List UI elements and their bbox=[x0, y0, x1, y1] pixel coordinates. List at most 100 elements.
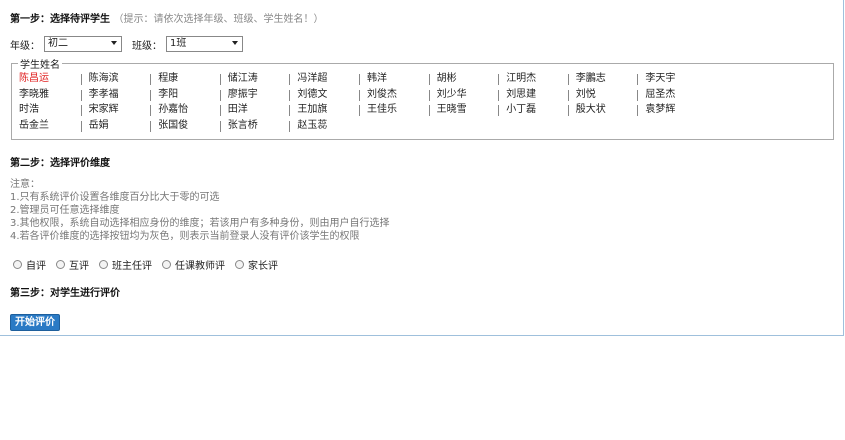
name-separator bbox=[498, 105, 500, 116]
name-separator bbox=[289, 120, 291, 132]
dimension-radio[interactable]: 互评 bbox=[56, 257, 89, 272]
student-name[interactable]: 岳金兰 bbox=[19, 119, 49, 133]
step1-title: 第一步：选择待评学生 bbox=[10, 14, 110, 25]
student-name[interactable]: 胡彬 bbox=[437, 72, 457, 86]
name-separator bbox=[80, 89, 82, 101]
radio-icon[interactable] bbox=[99, 259, 108, 269]
student-name[interactable]: 冯洋超 bbox=[297, 72, 327, 86]
student-name[interactable]: 赵玉蕊 bbox=[297, 119, 327, 133]
notes-line: 3.其他权限，系统自动选择相应身份的维度；若该用户有多种身份，则由用户自行选择 bbox=[10, 218, 390, 229]
student-name[interactable]: 韩洋 bbox=[367, 72, 387, 86]
student-name[interactable]: 张言桥 bbox=[228, 119, 258, 133]
dimension-radios: 自评 互评 班主任评 任课教师评 家长评 bbox=[13, 257, 288, 272]
dimension-radio[interactable]: 任课教师评 bbox=[162, 257, 225, 272]
student-name[interactable]: 李鵬志 bbox=[576, 72, 606, 86]
radio-icon[interactable] bbox=[56, 259, 65, 269]
notes-line: 4.若各评价维度的选择按钮均为灰色，则表示当前登录人没有评价该学生的权限 bbox=[10, 231, 360, 242]
student-name[interactable]: 李晓雅 bbox=[19, 88, 49, 102]
name-separator bbox=[80, 74, 82, 85]
student-name[interactable]: 江明杰 bbox=[506, 72, 536, 86]
student-name[interactable]: 刘俊杰 bbox=[367, 88, 397, 102]
name-separator bbox=[428, 74, 430, 85]
name-separator bbox=[289, 74, 291, 85]
student-name[interactable]: 殷大状 bbox=[576, 103, 606, 117]
student-name[interactable]: 李阳 bbox=[158, 88, 178, 102]
name-separator bbox=[150, 89, 152, 101]
name-separator bbox=[637, 105, 639, 116]
grade-label: 年级： bbox=[10, 40, 40, 52]
name-separator bbox=[80, 105, 82, 116]
grade-select[interactable]: 初二 bbox=[44, 36, 122, 52]
radio-icon[interactable] bbox=[235, 259, 244, 269]
name-separator bbox=[359, 105, 360, 116]
student-name[interactable]: 袁梦辉 bbox=[645, 103, 675, 117]
student-name[interactable]: 李天宇 bbox=[645, 72, 675, 86]
name-separator bbox=[637, 74, 639, 85]
notes-heading: 注意： bbox=[10, 179, 40, 190]
class-label: 班级： bbox=[132, 40, 162, 52]
student-list-legend: 学生姓名 bbox=[20, 60, 60, 71]
name-separator bbox=[498, 74, 500, 85]
notes-line: 2.管理员可任意选择维度 bbox=[10, 205, 120, 216]
start-evaluation-button[interactable]: 开始评价 bbox=[10, 314, 60, 331]
student-name[interactable]: 程康 bbox=[158, 72, 178, 86]
step1-heading: 第一步：选择待评学生 （提示：请依次选择年级、班级、学生姓名！） bbox=[10, 10, 323, 25]
dimension-radio[interactable]: 自评 bbox=[13, 257, 46, 272]
student-name[interactable]: 孙嘉怡 bbox=[158, 103, 188, 117]
name-separator bbox=[359, 89, 360, 101]
student-name[interactable]: 张国俊 bbox=[158, 119, 188, 133]
student-name[interactable]: 刘悦 bbox=[576, 88, 596, 102]
dimension-radio[interactable]: 家长评 bbox=[235, 257, 278, 272]
name-separator bbox=[150, 74, 152, 85]
student-name[interactable]: 小丁磊 bbox=[506, 103, 536, 117]
name-separator bbox=[359, 74, 360, 85]
name-separator bbox=[150, 120, 152, 132]
name-separator bbox=[219, 89, 221, 101]
radio-icon[interactable] bbox=[13, 259, 22, 269]
name-separator bbox=[428, 105, 430, 116]
name-separator bbox=[289, 89, 291, 101]
student-name[interactable]: 刘德文 bbox=[297, 88, 327, 102]
name-separator bbox=[289, 105, 291, 116]
student-name[interactable]: 刘思建 bbox=[506, 88, 536, 102]
notes-line: 1.只有系统评价设置各维度百分比大于零的可选 bbox=[10, 192, 220, 203]
name-separator bbox=[498, 89, 500, 101]
name-separator bbox=[219, 105, 221, 116]
step3-title: 第三步：对学生进行评价 bbox=[10, 288, 120, 299]
name-separator bbox=[428, 89, 430, 101]
step1-hint: （提示：请依次选择年级、班级、学生姓名！） bbox=[113, 14, 324, 25]
student-name[interactable]: 宋家辉 bbox=[89, 103, 119, 117]
dimension-radio[interactable]: 班主任评 bbox=[99, 257, 152, 272]
name-separator bbox=[150, 105, 152, 116]
student-name[interactable]: 李孝福 bbox=[89, 88, 119, 102]
student-name[interactable]: 刘少华 bbox=[437, 88, 467, 102]
grade-class-row: 年级： 初二 班级： 1班 bbox=[10, 36, 243, 52]
student-name[interactable]: 岳娟 bbox=[89, 119, 109, 133]
student-name[interactable]: 储江涛 bbox=[228, 72, 258, 86]
student-name[interactable]: 屈圣杰 bbox=[645, 88, 675, 102]
name-separator bbox=[219, 74, 221, 85]
student-name[interactable]: 廖振宇 bbox=[228, 88, 258, 102]
student-name[interactable]: 陈昌运 bbox=[19, 72, 49, 86]
radio-icon[interactable] bbox=[162, 259, 171, 269]
chevron-down-icon bbox=[111, 41, 117, 45]
name-separator bbox=[80, 120, 82, 132]
class-select[interactable]: 1班 bbox=[166, 36, 243, 52]
notes-block: 注意： 1.只有系统评价设置各维度百分比大于零的可选 2.管理员可任意选择维度 … bbox=[10, 178, 390, 243]
student-name[interactable]: 王加旗 bbox=[297, 103, 327, 117]
grade-select-value: 初二 bbox=[48, 38, 68, 49]
step2-title: 第二步：选择评价维度 bbox=[10, 158, 110, 169]
name-separator bbox=[567, 105, 569, 116]
student-name[interactable]: 王佳乐 bbox=[367, 103, 397, 117]
chevron-down-icon bbox=[232, 41, 238, 45]
name-separator bbox=[567, 74, 569, 85]
name-separator bbox=[567, 89, 569, 101]
student-name[interactable]: 时浩 bbox=[19, 103, 39, 117]
student-name[interactable]: 田洋 bbox=[228, 103, 248, 117]
student-name[interactable]: 王晓雪 bbox=[437, 103, 467, 117]
student-list: 学生姓名 bbox=[11, 56, 834, 140]
class-select-value: 1班 bbox=[170, 38, 187, 49]
name-separator bbox=[219, 120, 221, 132]
name-separator bbox=[637, 89, 639, 101]
student-name[interactable]: 陈海滨 bbox=[89, 72, 119, 86]
